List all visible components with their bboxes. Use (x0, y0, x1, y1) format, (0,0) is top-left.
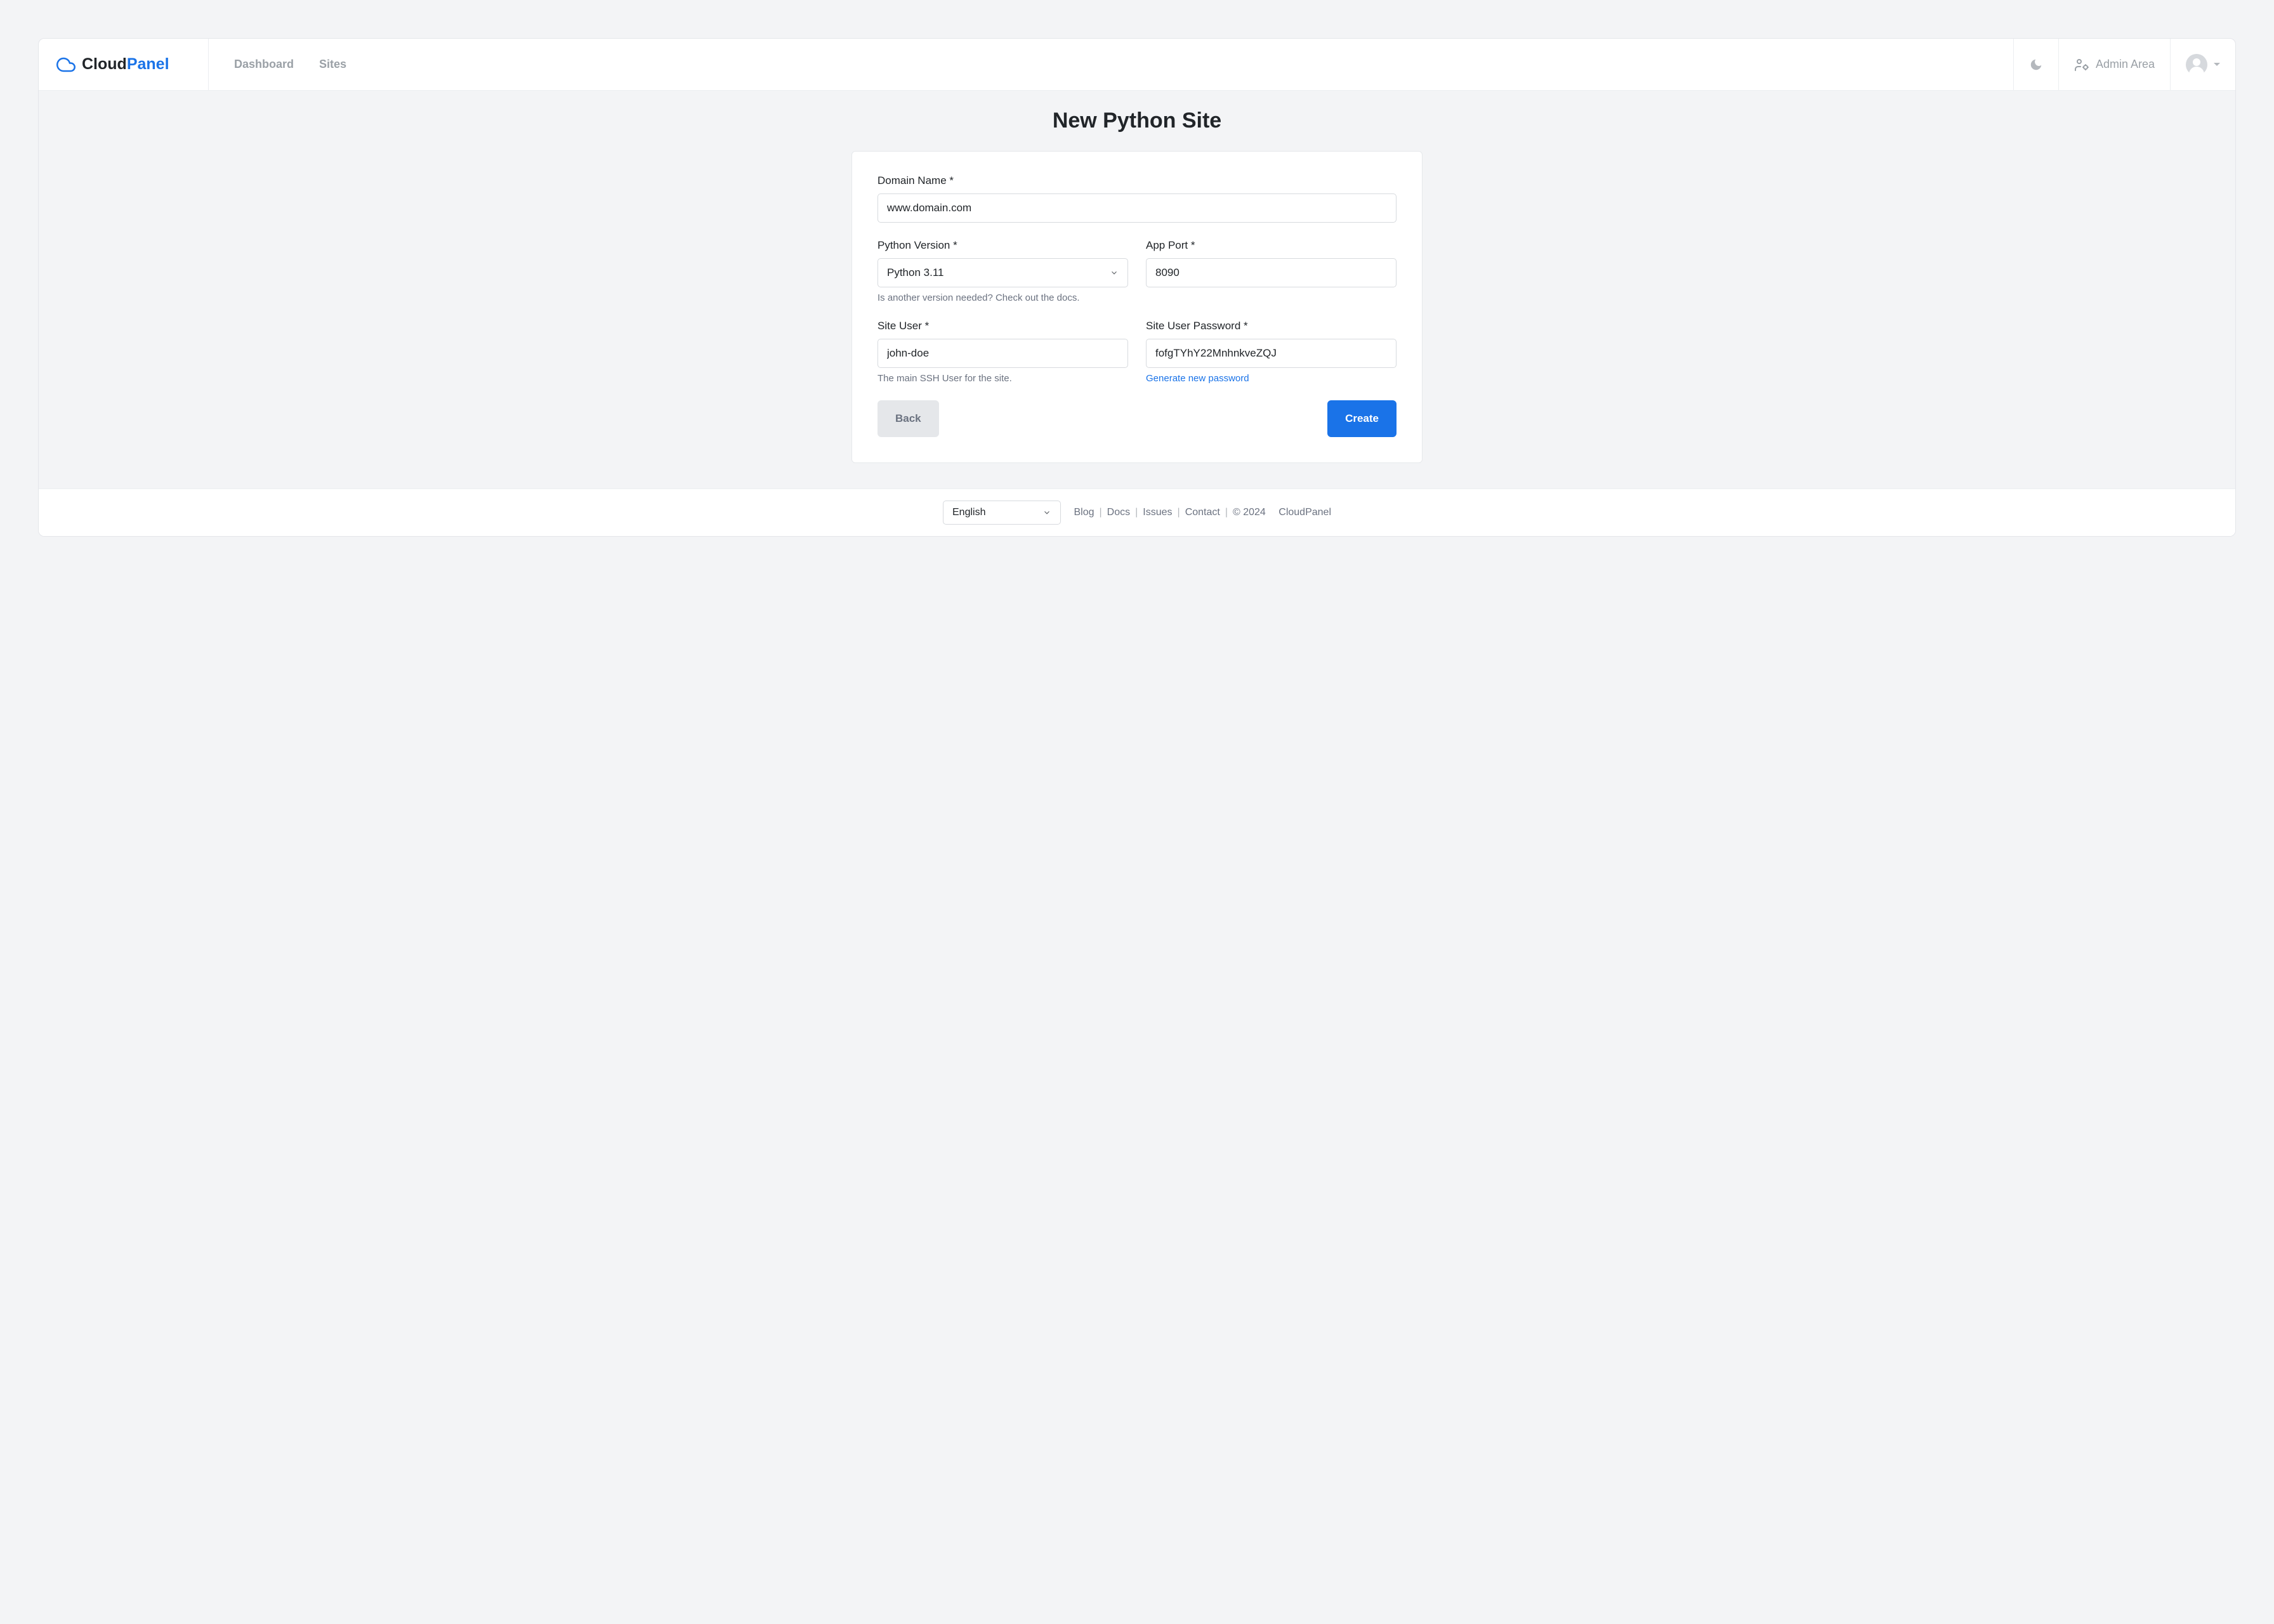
avatar-icon (2186, 54, 2207, 75)
footer: English Blog | Docs | Issues | Contact |… (39, 488, 2235, 536)
admin-area-link[interactable]: Admin Area (2058, 39, 2170, 90)
footer-docs-link[interactable]: Docs (1107, 507, 1130, 518)
site-user-input[interactable] (877, 339, 1128, 368)
domain-name-label: Domain Name * (877, 174, 1397, 187)
footer-copyright: © 2024 (1233, 507, 1266, 518)
domain-name-input[interactable] (877, 193, 1397, 223)
nav-dashboard[interactable]: Dashboard (234, 58, 294, 71)
site-user-hint: The main SSH User for the site. (877, 373, 1128, 384)
language-select[interactable]: English (943, 501, 1061, 525)
python-version-select[interactable]: Python 3.11 (877, 258, 1128, 287)
site-user-password-label: Site User Password * (1146, 320, 1397, 332)
footer-issues-link[interactable]: Issues (1143, 507, 1172, 518)
cloud-icon (56, 55, 76, 74)
site-user-password-input[interactable] (1146, 339, 1397, 368)
brand-logo[interactable]: CloudPanel (39, 39, 209, 90)
app-port-label: App Port * (1146, 239, 1397, 252)
python-version-label: Python Version * (877, 239, 1128, 252)
theme-toggle[interactable] (2013, 39, 2058, 90)
user-menu[interactable] (2170, 39, 2235, 90)
brand-part2: Panel (127, 55, 169, 73)
python-version-hint: Is another version needed? Check out the… (877, 292, 1128, 303)
footer-contact-link[interactable]: Contact (1185, 507, 1220, 518)
admin-area-label: Admin Area (2096, 58, 2155, 71)
nav-sites[interactable]: Sites (319, 58, 346, 71)
moon-icon (2029, 58, 2043, 72)
app-port-input[interactable] (1146, 258, 1397, 287)
python-version-value: Python 3.11 (887, 266, 943, 279)
chevron-down-icon (1042, 508, 1051, 517)
language-value: English (952, 507, 985, 518)
topbar: CloudPanel Dashboard Sites Admin Area (39, 39, 2235, 91)
site-user-label: Site User * (877, 320, 1128, 332)
admin-icon (2074, 57, 2089, 72)
chevron-down-icon (1110, 268, 1119, 277)
form-card: Domain Name * Python Version * Python 3.… (851, 151, 1423, 463)
back-button[interactable]: Back (877, 400, 939, 437)
caret-down-icon (2214, 63, 2220, 66)
main-nav: Dashboard Sites (209, 39, 2013, 90)
brand-part1: Cloud (82, 55, 127, 73)
footer-blog-link[interactable]: Blog (1074, 507, 1094, 518)
footer-brand: CloudPanel (1278, 507, 1331, 518)
page-title: New Python Site (39, 108, 2235, 133)
generate-password-link[interactable]: Generate new password (1146, 373, 1397, 384)
create-button[interactable]: Create (1327, 400, 1397, 437)
